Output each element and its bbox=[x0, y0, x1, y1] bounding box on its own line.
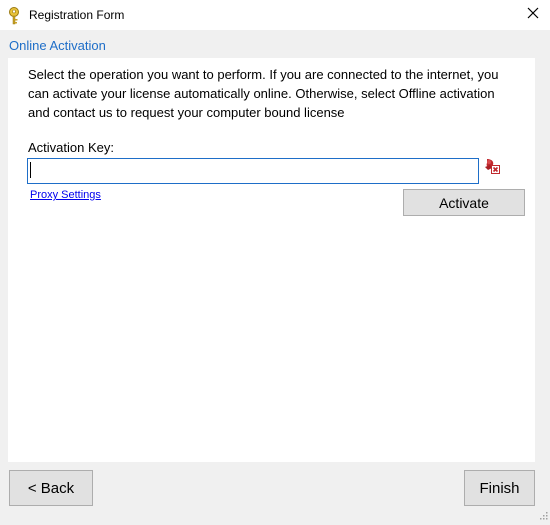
section-heading: Online Activation bbox=[9, 38, 106, 53]
back-button[interactable]: < Back bbox=[9, 470, 93, 506]
activate-button[interactable]: Activate bbox=[403, 189, 525, 216]
text-caret bbox=[30, 162, 31, 178]
activation-key-input[interactable] bbox=[27, 158, 479, 184]
close-button[interactable] bbox=[516, 0, 550, 30]
content-panel: Select the operation you want to perform… bbox=[8, 58, 535, 462]
registration-window: Registration Form Online Activation Sele… bbox=[0, 0, 550, 520]
proxy-settings-link[interactable]: Proxy Settings bbox=[30, 188, 101, 202]
error-icon bbox=[484, 158, 500, 174]
title-bar[interactable]: Registration Form bbox=[0, 0, 550, 30]
instructions-text: Select the operation you want to perform… bbox=[28, 67, 499, 120]
activation-key-label: Activation Key: bbox=[28, 140, 114, 155]
finish-button[interactable]: Finish bbox=[464, 470, 535, 506]
size-grip-icon[interactable] bbox=[538, 507, 548, 520]
window-title: Registration Form bbox=[29, 8, 125, 22]
close-icon bbox=[527, 6, 539, 24]
key-icon bbox=[7, 7, 21, 25]
